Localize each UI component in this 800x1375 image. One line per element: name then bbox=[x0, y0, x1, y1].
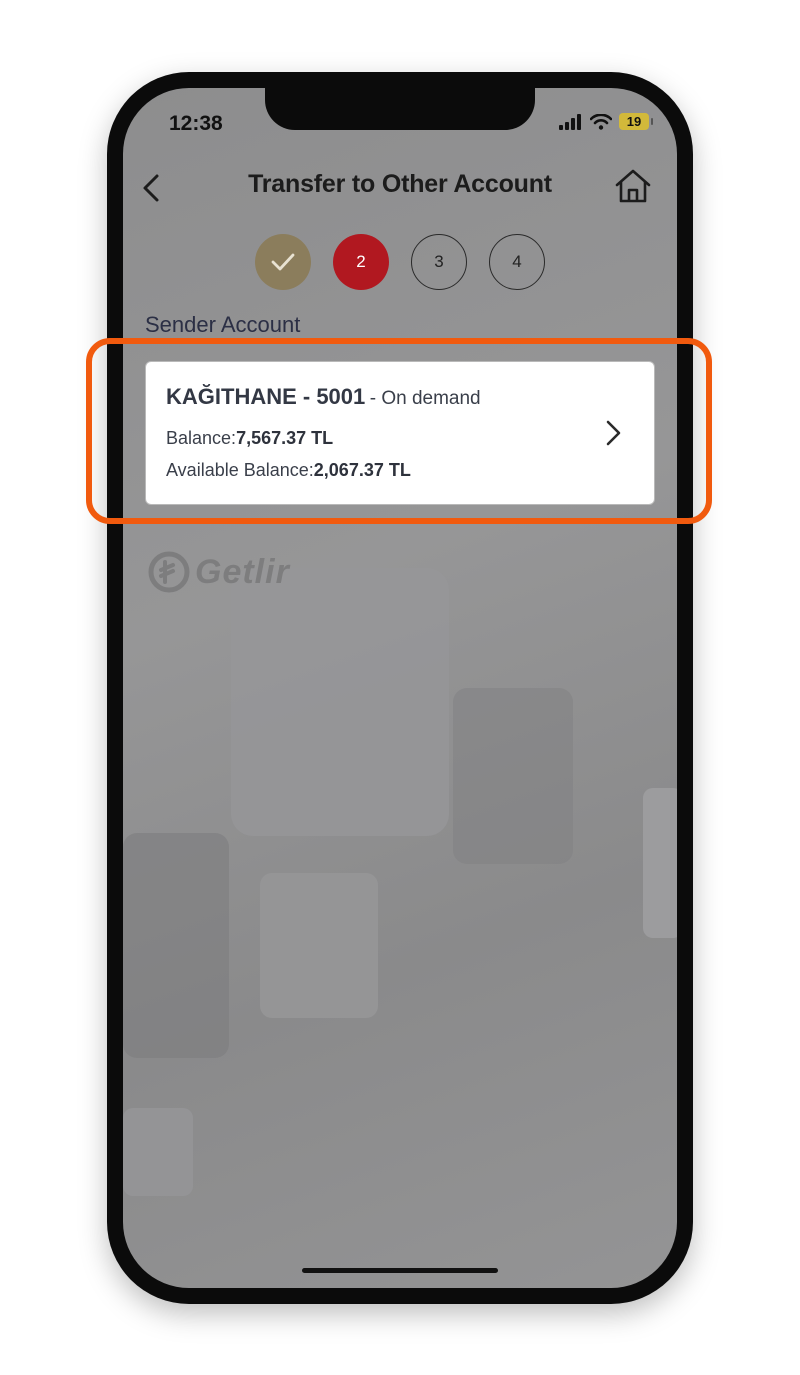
lira-coin-icon bbox=[148, 551, 190, 593]
step-3: 3 bbox=[411, 234, 467, 290]
app-screen: 12:38 19 Transfer to Other Account 2 3 4… bbox=[123, 88, 677, 1288]
status-time: 12:38 bbox=[169, 112, 223, 135]
background-shape bbox=[231, 568, 449, 836]
page-title: Transfer to Other Account bbox=[248, 170, 552, 198]
background-shape bbox=[643, 788, 677, 938]
background-shape bbox=[453, 688, 573, 864]
notch bbox=[265, 88, 535, 130]
wifi-icon bbox=[590, 113, 612, 130]
step-1-completed bbox=[255, 234, 311, 290]
progress-steps: 2 3 4 bbox=[123, 234, 677, 290]
highlight-outline bbox=[86, 338, 712, 524]
sender-account-label: Sender Account bbox=[145, 312, 301, 337]
step-2-current: 2 bbox=[333, 234, 389, 290]
signal-icon bbox=[559, 113, 581, 130]
checkmark-icon bbox=[271, 253, 295, 271]
status-icons: 19 bbox=[559, 113, 653, 130]
brand-logo-text: Getlir bbox=[195, 552, 290, 591]
home-icon[interactable] bbox=[613, 166, 653, 206]
background-shape bbox=[260, 873, 378, 1018]
battery-icon: 19 bbox=[619, 113, 653, 130]
home-indicator[interactable] bbox=[302, 1268, 498, 1273]
background-shape bbox=[123, 833, 229, 1058]
background-shape bbox=[123, 1108, 193, 1196]
brand-logo: Getlir bbox=[147, 550, 290, 594]
step-4: 4 bbox=[489, 234, 545, 290]
